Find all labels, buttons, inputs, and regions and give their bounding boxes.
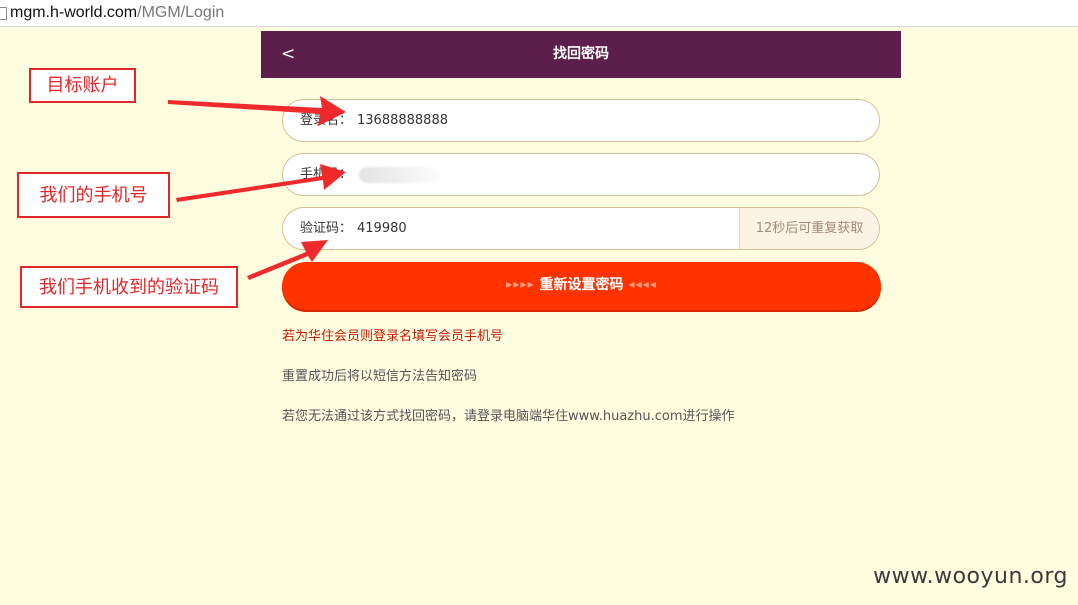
phone-label: 手机号：: [300, 167, 353, 182]
browser-address-bar[interactable]: mgm.h-world.com/MGM/Login: [0, 0, 1078, 27]
verification-code-label: 验证码：: [300, 221, 353, 236]
resend-code-button[interactable]: 12秒后可重复获取: [739, 208, 879, 249]
watermark: www.wooyun.org: [873, 564, 1068, 589]
login-name-field[interactable]: 登录名： 13688888888: [282, 99, 880, 142]
login-name-label: 登录名：: [300, 113, 353, 128]
chevrons-right-icon: ▶▶▶▶: [506, 280, 535, 289]
phone-field[interactable]: 手机号：: [282, 153, 880, 196]
verification-code-field[interactable]: 验证码： 419980 12秒后可重复获取: [282, 207, 880, 250]
annotation-target-account: 目标账户: [29, 68, 136, 103]
page-title: 找回密码: [553, 46, 609, 62]
member-hint-text: 若为华住会员则登录名填写会员手机号: [282, 329, 504, 344]
phone-value-redacted[interactable]: [359, 167, 439, 183]
verification-code-value[interactable]: 419980: [357, 220, 407, 238]
page-icon: [0, 7, 7, 20]
url-path: /MGM/Login: [137, 4, 225, 21]
reset-password-label: 重新设置密码: [539, 277, 624, 293]
fallback-hint-text: 若您无法通过该方式找回密码，请登录电脑端华住www.huazhu.com进行操作: [282, 409, 735, 424]
url-host: mgm.h-world.com: [10, 4, 138, 21]
reset-password-button[interactable]: ▶▶▶▶ 重新设置密码 ◀◀◀◀: [282, 262, 881, 310]
sms-hint-text: 重置成功后将以短信方法告知密码: [282, 369, 478, 384]
annotation-our-code: 我们手机收到的验证码: [20, 266, 238, 308]
login-name-value[interactable]: 13688888888: [357, 112, 448, 130]
url-text[interactable]: mgm.h-world.com/MGM/Login: [10, 4, 224, 22]
page-header: < 找回密码: [261, 31, 901, 78]
annotation-our-phone: 我们的手机号: [17, 172, 170, 218]
chevrons-left-icon: ◀◀◀◀: [628, 280, 657, 289]
